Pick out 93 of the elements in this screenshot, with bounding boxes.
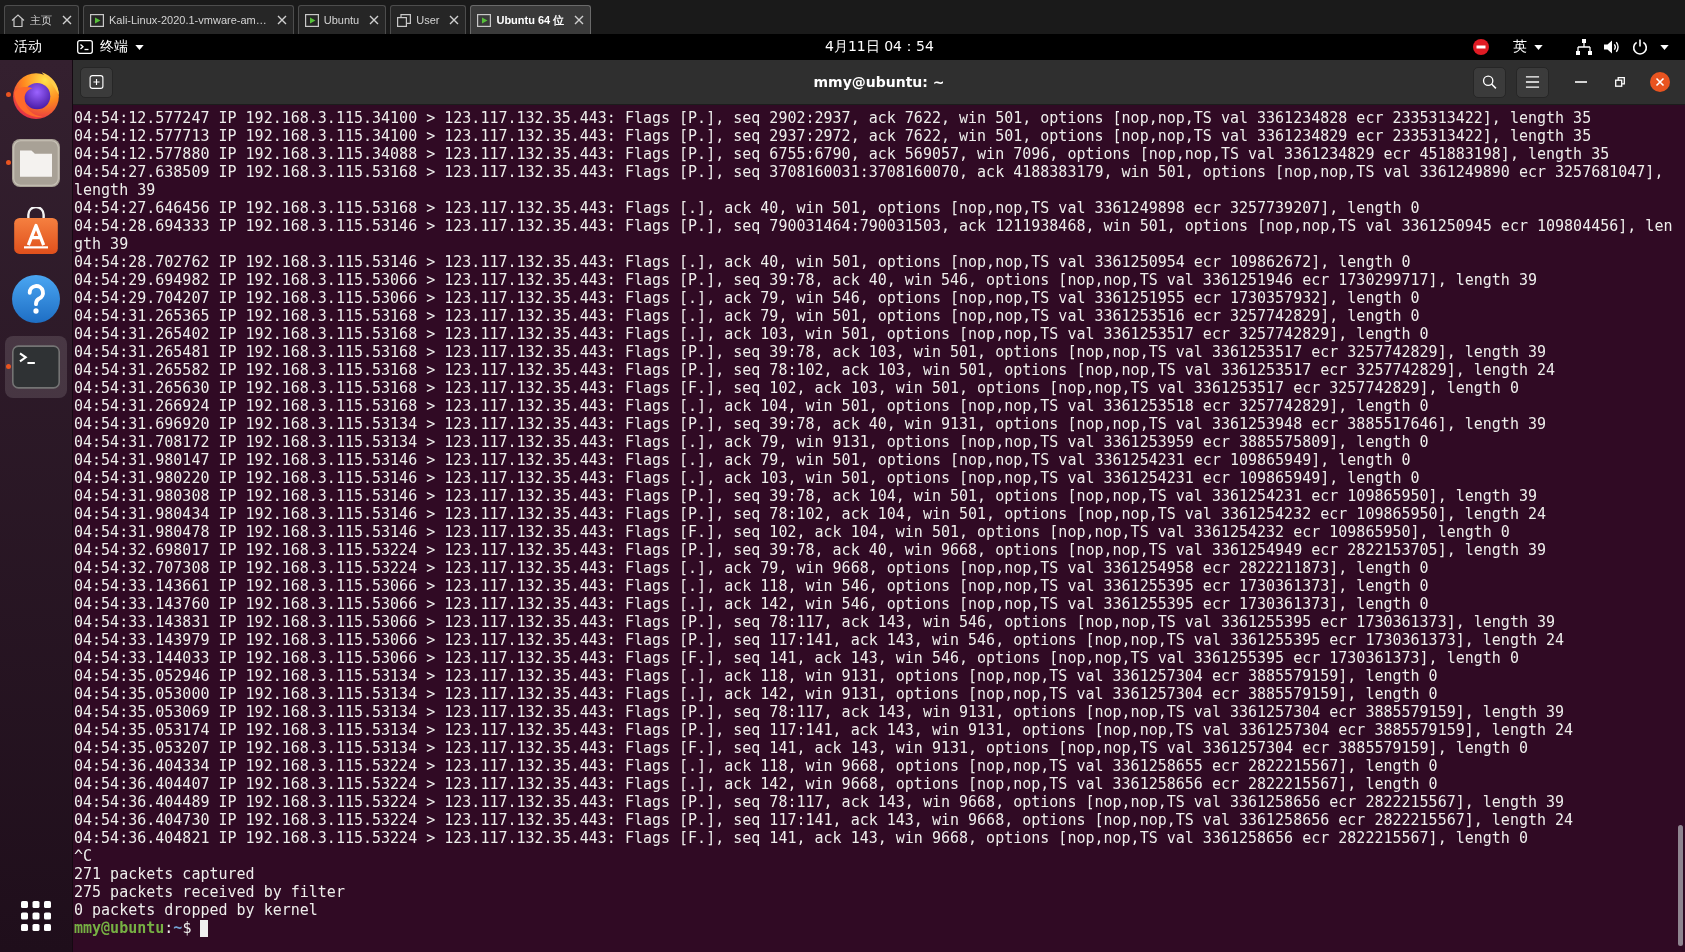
terminal-line: 04:54:27.638509 IP 192.168.3.115.53168 > 123.117.132.35.443: Flags [P.], seq 3708160031:3708160070, ack 4188383179, win 501, options [nop,nop,TS val 3361249890 ecr 3257681047],	[74, 163, 1665, 181]
shopping-bag-icon	[12, 207, 60, 255]
terminal-line: 04:54:36.404821 IP 192.168.3.115.53224 > 123.117.132.35.443: Flags [F.], seq 141, ack 143, win 9668, options [nop,nop,TS val 3361258656 ecr 2822215567], length 0	[74, 829, 1529, 847]
plus-tab-icon	[89, 75, 104, 89]
terminal-line: 04:54:12.577247 IP 192.168.3.115.34100 > 123.117.132.35.443: Flags [P.], seq 2902:2937, ack 7622, win 501, options [nop,nop,TS val 3361234828 ecr 2335313422], length 35	[74, 109, 1593, 127]
running-dot-icon	[6, 364, 11, 369]
terminal-line: 04:54:31.980478 IP 192.168.3.115.53146 > 123.117.132.35.443: Flags [F.], seq 102, ack 104, win 501, options [nop,nop,TS val 3361254232 ecr 109865950], length 0	[74, 523, 1511, 541]
power-icon	[1632, 39, 1648, 55]
terminal-line: 04:54:31.265365 IP 192.168.3.115.53168 > 123.117.132.35.443: Flags [.], ack 79, win 501, options [nop,nop,TS val 3361253516 ecr 3257742829], length 0	[74, 307, 1421, 325]
terminal-line: 04:54:33.143760 IP 192.168.3.115.53066 > 123.117.132.35.443: Flags [.], ack 142, win 546, options [nop,nop,TS val 3361255395 ecr 1730361373], length 0	[74, 595, 1430, 613]
close-icon[interactable]	[449, 15, 460, 25]
terminal-line: 04:54:28.694333 IP 192.168.3.115.53146 > 123.117.132.35.443: Flags [P.], seq 790031464:790031503, ack 1211938468, win 501, options [nop,nop,TS val 3361250945 ecr 109804456], len	[74, 217, 1674, 235]
window-title: mmy@ubuntu: ~	[813, 74, 945, 90]
new-tab-button[interactable]	[80, 66, 113, 98]
menu-icon	[1525, 75, 1540, 89]
caret-icon	[1534, 44, 1543, 50]
search-icon	[1482, 75, 1497, 89]
terminal-line: 04:54:31.708172 IP 192.168.3.115.53134 > 123.117.132.35.443: Flags [.], ack 79, win 9131, options [nop,nop,TS val 3361253959 ecr 3885575809], length 0	[74, 433, 1430, 451]
terminal-line: 04:54:36.404407 IP 192.168.3.115.53224 > 123.117.132.35.443: Flags [.], ack 142, win 9668, options [nop,nop,TS val 3361258656 ecr 2822215567], length 0	[74, 775, 1439, 793]
terminal-line: 04:54:28.702762 IP 192.168.3.115.53146 > 123.117.132.35.443: Flags [.], ack 40, win 501, options [nop,nop,TS val 3361250954 ecr 109862672], length 0	[74, 253, 1412, 271]
caret-icon	[135, 44, 144, 50]
terminal-line: 04:54:12.577713 IP 192.168.3.115.34100 > 123.117.132.35.443: Flags [P.], seq 2937:2972, ack 7622, win 501, options [nop,nop,TS val 3361234829 ecr 2335313422], length 35	[74, 127, 1593, 145]
search-button[interactable]	[1473, 66, 1506, 98]
terminal-line: 04:54:27.646456 IP 192.168.3.115.53168 > 123.117.132.35.443: Flags [.], ack 40, win 501, options [nop,nop,TS val 3361249898 ecr 3257739207], length 0	[74, 199, 1421, 217]
terminal-line: 04:54:36.404730 IP 192.168.3.115.53224 > 123.117.132.35.443: Flags [P.], seq 117:141, ack 143, win 9668, options [nop,nop,TS val 3361258656 ecr 2822215567], length 24	[74, 811, 1575, 829]
house-icon	[11, 13, 25, 27]
fox-globe-icon	[12, 71, 60, 119]
terminal-line: 04:54:35.053174 IP 192.168.3.115.53134 > 123.117.132.35.443: Flags [P.], seq 117:141, ack 143, win 9131, options [nop,nop,TS val 3361257304 ecr 3885579159], length 24	[74, 721, 1575, 739]
caret-icon	[1660, 44, 1669, 50]
vm-tab[interactable]: User	[390, 5, 467, 34]
terminal-line: 04:54:29.694982 IP 192.168.3.115.53066 > 123.117.132.35.443: Flags [P.], seq 39:78, ack 40, win 546, options [nop,nop,TS val 3361251946 ecr 1730299717], length 39	[74, 271, 1538, 289]
terminal-line: 04:54:31.265630 IP 192.168.3.115.53168 > 123.117.132.35.443: Flags [F.], seq 102, ack 103, win 501, options [nop,nop,TS val 3361253517 ecr 3257742829], length 0	[74, 379, 1520, 397]
terminal-line: 04:54:29.704207 IP 192.168.3.115.53066 > 123.117.132.35.443: Flags [.], ack 79, win 546, options [nop,nop,TS val 3361251955 ecr 1730357932], length 0	[74, 289, 1421, 307]
terminal-icon	[77, 40, 93, 54]
terminal-line: 04:54:33.143661 IP 192.168.3.115.53066 > 123.117.132.35.443: Flags [.], ack 118, win 546, options [nop,nop,TS val 3361255395 ecr 1730361373], length 0	[74, 577, 1430, 595]
question-mark-icon	[12, 275, 60, 323]
input-method-button[interactable]: 英	[1507, 34, 1549, 60]
command-prompt: mmy@ubuntu:~$	[74, 919, 192, 937]
terminal-line: 04:54:32.698017 IP 192.168.3.115.53224 > 123.117.132.35.443: Flags [P.], seq 39:78, ack 40, win 9668, options [nop,nop,TS val 3361254949 ecr 2822153705], length 39	[74, 541, 1547, 559]
running-dot-icon	[6, 92, 11, 97]
terminal-line: 04:54:32.707308 IP 192.168.3.115.53224 > 123.117.132.35.443: Flags [.], ack 79, win 9668, options [nop,nop,TS val 3361254958 ecr 2822211873], length 0	[74, 559, 1430, 577]
network-icon	[1576, 39, 1592, 55]
vm-tab[interactable]: 主页	[4, 5, 79, 34]
terminal-line: 271 packets captured	[74, 865, 256, 883]
terminal-line: 04:54:31.266924 IP 192.168.3.115.53168 > 123.117.132.35.443: Flags [.], ack 104, win 501, options [nop,nop,TS val 3361253518 ecr 3257742829], length 0	[74, 397, 1430, 415]
close-icon[interactable]	[369, 15, 380, 25]
vm-tab[interactable]: Kali-Linux-2020.1-vmware-am…	[83, 5, 294, 34]
terminal-line: 04:54:31.980220 IP 192.168.3.115.53146 > 123.117.132.35.443: Flags [.], ack 103, win 501, options [nop,nop,TS val 3361254231 ecr 109865949], length 0	[74, 469, 1421, 487]
close-icon[interactable]	[276, 15, 287, 25]
activities-button[interactable]: 活动	[4, 34, 52, 60]
close-icon[interactable]	[574, 15, 585, 25]
no-entry-icon[interactable]	[1473, 39, 1489, 55]
terminal-line: 04:54:35.053069 IP 192.168.3.115.53134 > 123.117.132.35.443: Flags [P.], seq 78:117, ack 143, win 9131, options [nop,nop,TS val 3361257304 ecr 3885579159], length 39	[74, 703, 1566, 721]
vm-tab[interactable]: Ubuntu	[297, 5, 387, 34]
terminal-line: 04:54:36.404334 IP 192.168.3.115.53224 > 123.117.132.35.443: Flags [.], ack 118, win 9668, options [nop,nop,TS val 3361258655 ecr 2822215567], length 0	[74, 757, 1439, 775]
app-menu-button[interactable]: 终端	[68, 34, 153, 60]
terminal-line: 275 packets received by filter	[74, 883, 346, 901]
virtual-machine-icon	[477, 13, 492, 27]
restore-icon[interactable]	[1615, 77, 1625, 87]
volume-icon	[1604, 39, 1620, 55]
terminal-line: 04:54:36.404489 IP 192.168.3.115.53224 > 123.117.132.35.443: Flags [P.], seq 78:117, ack 143, win 9668, options [nop,nop,TS val 3361258656 ecr 2822215567], length 39	[74, 793, 1566, 811]
terminal-line: 0 packets dropped by kernel	[74, 901, 319, 919]
terminal-line: 04:54:35.053207 IP 192.168.3.115.53134 > 123.117.132.35.443: Flags [F.], seq 141, ack 143, win 9131, options [nop,nop,TS val 3361257304 ecr 3885579159], length 0	[74, 739, 1529, 757]
scrollbar-thumb[interactable]	[1678, 825, 1683, 946]
close-icon[interactable]	[62, 15, 72, 25]
stacked-windows-icon	[397, 13, 412, 27]
terminal-line: 04:54:35.053000 IP 192.168.3.115.53134 > 123.117.132.35.443: Flags [.], ack 142, win 9131, options [nop,nop,TS val 3361257304 ecr 3885579159], length 0	[74, 685, 1439, 703]
terminal-line: 04:54:35.052946 IP 192.168.3.115.53134 > 123.117.132.35.443: Flags [.], ack 118, win 9131, options [nop,nop,TS val 3361257304 ecr 3885579159], length 0	[74, 667, 1439, 685]
running-dot-icon	[6, 160, 11, 165]
text-cursor	[200, 919, 209, 937]
terminal-line: 04:54:31.265402 IP 192.168.3.115.53168 > 123.117.132.35.443: Flags [.], ack 103, win 501, options [nop,nop,TS val 3361253517 ecr 3257742829], length 0	[74, 325, 1430, 343]
clock-button[interactable]: 4月11日 04：54	[815, 34, 944, 60]
menu-button[interactable]	[1516, 66, 1549, 98]
terminal-line: 04:54:31.980147 IP 192.168.3.115.53146 > 123.117.132.35.443: Flags [.], ack 79, win 501, options [nop,nop,TS val 3361254231 ecr 109865949], length 0	[74, 451, 1412, 469]
vm-tab[interactable]: Ubuntu 64 位	[470, 5, 592, 34]
terminal-line: 04:54:12.577880 IP 192.168.3.115.34088 > 123.117.132.35.443: Flags [P.], seq 6755:6790, ack 569057, win 7096, options [nop,nop,TS val 3361234829 ecr 451883198], length 35	[74, 145, 1611, 163]
terminal-line: 04:54:33.143831 IP 192.168.3.115.53066 > 123.117.132.35.443: Flags [P.], seq 78:117, ack 143, win 546, options [nop,nop,TS val 3361255395 ecr 1730361373], length 39	[74, 613, 1557, 631]
virtual-machine-icon	[304, 13, 319, 27]
terminal-line: 04:54:31.696920 IP 192.168.3.115.53134 > 123.117.132.35.443: Flags [P.], seq 39:78, ack 40, win 9131, options [nop,nop,TS val 3361253948 ecr 3885517646], length 39	[74, 415, 1547, 433]
terminal-line: gth 39	[74, 235, 130, 253]
terminal-line: 04:54:31.265582 IP 192.168.3.115.53168 > 123.117.132.35.443: Flags [P.], seq 78:102, ack 103, win 501, options [nop,nop,TS val 3361253517 ecr 3257742829], length 24	[74, 361, 1557, 379]
virtual-machine-icon	[90, 13, 104, 27]
terminal-icon	[12, 343, 60, 391]
terminal-line: 04:54:31.265481 IP 192.168.3.115.53168 > 123.117.132.35.443: Flags [P.], seq 39:78, ack 103, win 501, options [nop,nop,TS val 3361253517 ecr 3257742829], length 39	[74, 343, 1547, 361]
close-icon[interactable]	[1650, 72, 1670, 92]
app-grid-icon[interactable]	[21, 901, 51, 931]
terminal-line: 04:54:31.980308 IP 192.168.3.115.53146 > 123.117.132.35.443: Flags [P.], seq 39:78, ack 104, win 501, options [nop,nop,TS val 3361254231 ecr 109865950], length 39	[74, 487, 1538, 505]
folder-icon	[12, 139, 60, 187]
terminal-line: length 39	[74, 181, 157, 199]
terminal-line: ^C	[74, 847, 94, 865]
terminal-line: 04:54:33.144033 IP 192.168.3.115.53066 > 123.117.132.35.443: Flags [F.], seq 141, ack 143, win 546, options [nop,nop,TS val 3361255395 ecr 1730361373], length 0	[74, 649, 1520, 667]
terminal-line: 04:54:31.980434 IP 192.168.3.115.53146 > 123.117.132.35.443: Flags [P.], seq 78:102, ack 104, win 501, options [nop,nop,TS val 3361254232 ecr 109865950], length 24	[74, 505, 1547, 523]
terminal-line: 04:54:33.143979 IP 192.168.3.115.53066 > 123.117.132.35.443: Flags [P.], seq 117:141, ack 143, win 546, options [nop,nop,TS val 3361255395 ecr 1730361373], length 24	[74, 631, 1566, 649]
